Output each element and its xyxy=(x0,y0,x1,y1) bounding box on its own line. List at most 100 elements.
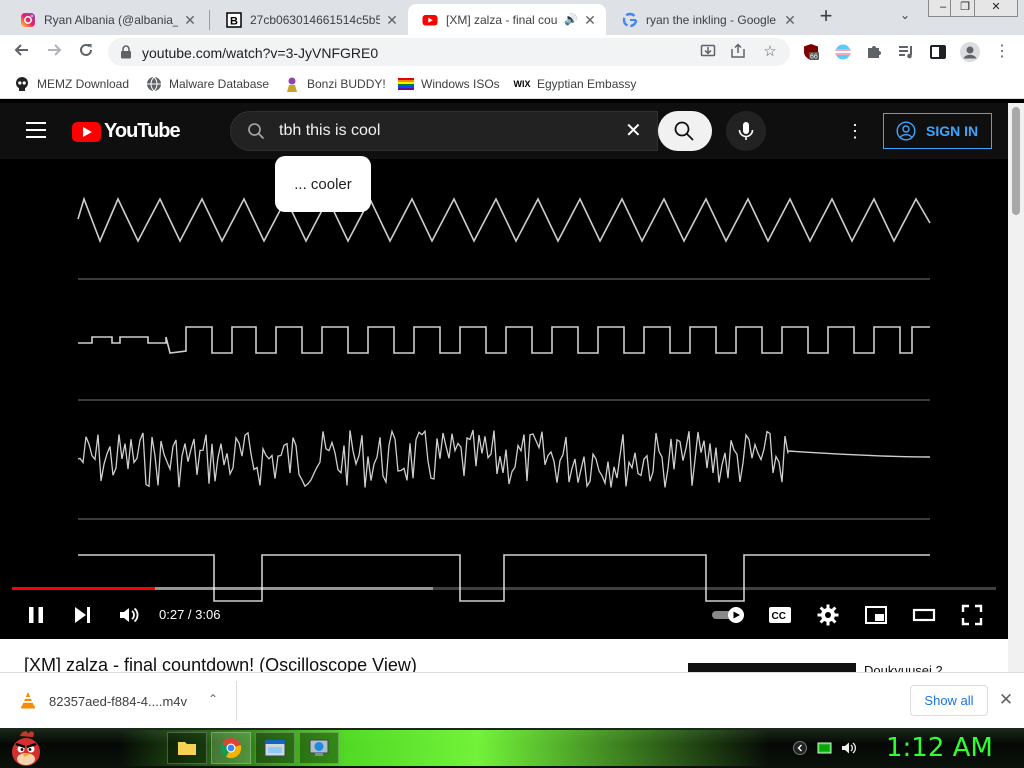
tab-divider xyxy=(209,10,210,30)
new-tab-button[interactable]: + xyxy=(812,5,840,29)
miniplayer-button[interactable] xyxy=(863,601,889,629)
taskbar-clock[interactable]: 1:12 AM xyxy=(886,733,993,763)
angry-bird-start-icon[interactable] xyxy=(6,728,46,768)
bookmark-memz[interactable]: MEMZ Download xyxy=(14,76,129,92)
skull-icon xyxy=(14,76,30,92)
tray-battery-icon[interactable] xyxy=(817,740,833,756)
video-player[interactable]: 0:27 / 3:06 CC xyxy=(0,159,1008,639)
media-controls-icon[interactable] xyxy=(897,43,915,61)
tray-volume-icon[interactable] xyxy=(841,740,857,756)
pause-icon xyxy=(29,607,43,623)
b-square-icon: B xyxy=(226,11,242,28)
audio-playing-icon[interactable]: 🔊 xyxy=(564,13,578,26)
ublock-extension-icon[interactable]: 66 xyxy=(802,43,820,61)
reload-button[interactable] xyxy=(72,39,100,65)
address-bar[interactable]: youtube.com/watch?v=3-JyVNFGRE0 ☆ xyxy=(108,38,790,66)
sign-in-button[interactable]: SIGN IN xyxy=(883,113,992,149)
search-suggestion[interactable]: ... cooler xyxy=(275,156,371,212)
download-options-icon[interactable]: ⌃ xyxy=(205,692,221,708)
guide-menu-icon[interactable] xyxy=(26,122,46,138)
tab-close-icon[interactable]: ✕ xyxy=(182,12,198,28)
arrow-left-icon xyxy=(14,44,28,56)
pause-button[interactable] xyxy=(24,601,48,629)
back-button[interactable] xyxy=(8,39,36,65)
youtube-logo-text: YouTube xyxy=(104,120,181,142)
theater-mode-button[interactable] xyxy=(911,601,937,629)
captions-button[interactable]: CC xyxy=(767,601,793,629)
close-window-button[interactable]: ✕ xyxy=(974,0,1018,17)
volume-icon xyxy=(120,607,139,623)
related-video-title[interactable]: Doukyuusei 2 xyxy=(864,663,943,672)
youtube-icon xyxy=(422,12,438,28)
oscilloscope-video-frame xyxy=(77,196,931,602)
search-input[interactable] xyxy=(279,122,609,140)
bookmarks-bar: MEMZ Download Malware Database Bonzi BUD… xyxy=(0,69,1024,99)
globe-icon xyxy=(146,76,162,92)
settings-menu-icon[interactable]: ⋮ xyxy=(846,119,864,143)
divider xyxy=(236,681,237,721)
show-all-downloads-button[interactable]: Show all xyxy=(910,685,988,716)
bookmark-label: Windows ISOs xyxy=(421,77,500,91)
related-video-thumbnail[interactable] xyxy=(688,663,856,672)
autoplay-toggle[interactable] xyxy=(710,601,746,629)
youtube-logo[interactable]: YouTube xyxy=(72,120,181,143)
bonzi-icon xyxy=(284,76,300,92)
pride-extension-icon[interactable] xyxy=(834,43,852,61)
progress-bar[interactable] xyxy=(12,587,996,590)
profile-avatar-icon[interactable] xyxy=(960,42,980,62)
url-text[interactable]: youtube.com/watch?v=3-JyVNFGRE0 xyxy=(142,45,378,61)
bookmark-label: Malware Database xyxy=(169,77,270,91)
svg-text:B: B xyxy=(230,15,238,27)
video-title: [XM] zalza - final countdown! (Oscillosc… xyxy=(24,655,417,672)
extension-badge: 66 xyxy=(810,54,818,61)
forward-button[interactable] xyxy=(40,39,68,65)
tab-hash[interactable]: B 27cb063014661514c5b5 ✕ xyxy=(212,4,408,35)
volume-button[interactable] xyxy=(116,601,142,629)
tab-google[interactable]: ryan the inkling - Google ✕ xyxy=(608,4,806,35)
puzzle-extensions-icon[interactable] xyxy=(865,43,883,61)
instagram-icon xyxy=(20,12,36,28)
tab-close-icon[interactable]: ✕ xyxy=(384,12,400,28)
theater-icon xyxy=(912,608,936,622)
browser-menu-icon[interactable]: ⋮ xyxy=(994,43,1010,61)
settings-button[interactable] xyxy=(815,601,841,629)
voice-search-button[interactable] xyxy=(726,111,766,151)
skip-next-icon xyxy=(75,607,90,623)
scrollbar-thumb[interactable] xyxy=(1012,107,1020,215)
close-shelf-icon[interactable]: ✕ xyxy=(998,690,1014,710)
bookmark-malware-database[interactable]: Malware Database xyxy=(146,76,269,92)
page-scrollbar[interactable] xyxy=(1008,103,1024,672)
captions-icon: CC xyxy=(769,607,791,623)
next-button[interactable] xyxy=(70,601,94,629)
bookmark-bonzi-buddy[interactable]: Bonzi BUDDY! xyxy=(284,76,386,92)
tray-arrow-icon[interactable] xyxy=(792,740,808,756)
taskbar-explorer[interactable] xyxy=(167,732,207,764)
tab-close-icon[interactable]: ✕ xyxy=(582,12,598,28)
video-info-area: [XM] zalza - final countdown! (Oscillosc… xyxy=(0,639,1008,672)
tab-search-button[interactable]: ⌄ xyxy=(893,8,917,26)
taskbar-chrome[interactable] xyxy=(211,732,251,764)
search-button[interactable] xyxy=(658,111,712,151)
side-panel-icon[interactable] xyxy=(929,43,947,61)
taskbar-network-app[interactable] xyxy=(299,732,339,764)
gear-icon xyxy=(817,604,839,626)
install-app-icon[interactable] xyxy=(698,43,718,61)
share-icon[interactable] xyxy=(728,43,748,61)
download-file-name[interactable]: 82357aed-f884-4....m4v xyxy=(49,694,187,709)
bookmark-windows-isos[interactable]: Windows ISOs xyxy=(398,76,500,92)
sign-in-label: SIGN IN xyxy=(926,123,979,139)
tab-close-icon[interactable]: ✕ xyxy=(782,12,798,28)
tab-youtube[interactable]: [XM] zalza - final cou 🔊 ✕ xyxy=(408,4,606,35)
bookmark-star-icon[interactable]: ☆ xyxy=(760,43,780,61)
tab-title: 27cb063014661514c5b5 xyxy=(250,12,380,27)
taskbar-app-window[interactable] xyxy=(255,732,295,764)
fullscreen-button[interactable] xyxy=(959,601,985,629)
tab-title: [XM] zalza - final cou xyxy=(446,12,558,27)
window-app-icon xyxy=(264,739,286,757)
tab-title: ryan the inkling - Google xyxy=(646,12,777,27)
search-box: ✕ xyxy=(230,111,658,151)
bookmark-egyptian-embassy[interactable]: WIX Egyptian Embassy xyxy=(514,76,637,92)
tab-instagram[interactable]: Ryan Albania (@albania_ ✕ xyxy=(6,4,206,35)
clear-search-icon[interactable]: ✕ xyxy=(625,120,642,142)
time-display: 0:27 / 3:06 xyxy=(159,607,221,622)
